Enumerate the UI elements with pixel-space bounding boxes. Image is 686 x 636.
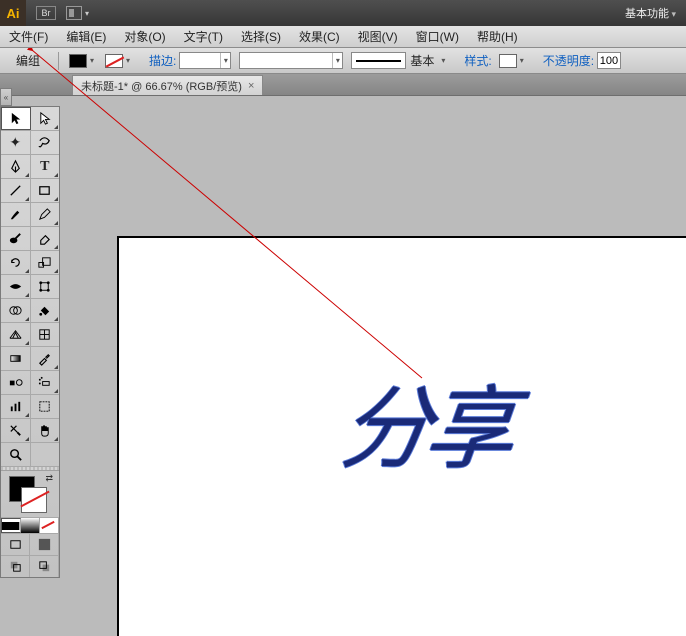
paintbrush-tool[interactable] (1, 203, 31, 226)
screen-mode-normal[interactable] (1, 534, 30, 555)
tools-panel: ✦ T (0, 106, 60, 578)
gradient-tool[interactable] (1, 347, 31, 370)
menu-effect[interactable]: 效果(C) (290, 26, 349, 47)
blob-brush-tool[interactable] (1, 227, 31, 250)
bridge-icon[interactable]: Br (36, 6, 56, 20)
style-label: 样式: (464, 52, 491, 69)
blend-tool[interactable] (1, 371, 31, 394)
perspective-grid-tool[interactable] (1, 323, 31, 346)
document-tab-title: 未标题-1* @ 66.67% (RGB/预览) (81, 78, 242, 94)
close-icon[interactable]: × (248, 80, 254, 92)
canvas-area[interactable]: 分享 (62, 96, 686, 556)
color-mode-solid[interactable] (1, 518, 21, 533)
draw-mode-normal[interactable] (1, 556, 30, 577)
width-tool[interactable] (1, 275, 31, 298)
type-tool[interactable]: T (31, 155, 60, 178)
stroke-swatch[interactable]: ▾ (105, 54, 133, 68)
document-tab[interactable]: 未标题-1* @ 66.67% (RGB/预览) × (72, 75, 263, 95)
menu-type[interactable]: 文字(T) (175, 26, 232, 47)
rectangle-tool[interactable] (31, 179, 60, 202)
selection-tool[interactable] (1, 107, 31, 130)
eyedropper-tool[interactable] (31, 347, 60, 370)
app-titlebar: Ai Br ▾ 基本功能 (0, 0, 686, 26)
line-tool[interactable] (1, 179, 31, 202)
draw-mode-behind[interactable] (30, 556, 59, 577)
tool-empty (31, 443, 60, 466)
arrange-documents-dropdown[interactable]: ▾ (85, 9, 89, 18)
document-tab-strip: 未标题-1* @ 66.67% (RGB/预览) × (0, 74, 686, 96)
stroke-label: 描边: (149, 52, 176, 69)
screen-mode-full[interactable] (30, 534, 59, 555)
magic-wand-tool[interactable]: ✦ (1, 131, 31, 154)
graphic-style-swatch[interactable]: ▾ (499, 54, 527, 68)
menu-window[interactable]: 窗口(W) (407, 26, 468, 47)
live-paint-tool[interactable] (31, 299, 60, 322)
mesh-tool[interactable] (31, 323, 60, 346)
selection-type-label: 编组 (4, 52, 52, 69)
fill-stroke-control[interactable]: ⇄ (1, 471, 59, 517)
symbol-sprayer-tool[interactable] (31, 371, 60, 394)
control-bar: 编组 ▾ ▾ 描边: ▾ ▾ 基本▾ 样式: ▾ 不透明度: (0, 48, 686, 74)
stroke-color-box[interactable] (21, 487, 47, 513)
lasso-tool[interactable] (31, 131, 60, 154)
stroke-weight-input[interactable]: ▾ (179, 52, 231, 69)
menu-select[interactable]: 选择(S) (232, 26, 290, 47)
panel-collapse-icon[interactable]: « (0, 88, 12, 106)
slice-tool[interactable] (1, 419, 31, 442)
color-mode-row (1, 517, 59, 533)
pen-tool[interactable] (1, 155, 31, 178)
opacity-input[interactable] (597, 52, 621, 69)
menu-object[interactable]: 对象(O) (115, 26, 174, 47)
workspace-switcher[interactable]: 基本功能 (615, 5, 686, 21)
hand-tool[interactable] (31, 419, 60, 442)
color-mode-gradient[interactable] (21, 518, 40, 533)
shape-builder-tool[interactable] (1, 299, 31, 322)
artboard-tool[interactable] (31, 395, 60, 418)
fill-swatch[interactable]: ▾ (69, 54, 97, 68)
color-mode-none[interactable] (40, 518, 59, 533)
pencil-tool[interactable] (31, 203, 60, 226)
direct-selection-tool[interactable] (31, 107, 59, 130)
menu-view[interactable]: 视图(V) (349, 26, 407, 47)
rotate-tool[interactable] (1, 251, 31, 274)
menu-edit[interactable]: 编辑(E) (57, 26, 115, 47)
variable-width-profile[interactable]: ▾ (239, 52, 343, 69)
swap-fill-stroke-icon[interactable]: ⇄ (45, 473, 53, 484)
opacity-label: 不透明度: (543, 52, 594, 69)
scale-tool[interactable] (31, 251, 60, 274)
free-transform-tool[interactable] (31, 275, 60, 298)
artwork-text[interactable]: 分享 (335, 356, 517, 486)
eraser-tool[interactable] (31, 227, 60, 250)
arrange-documents-icon[interactable] (66, 6, 82, 20)
menu-bar: 文件(F) 编辑(E) 对象(O) 文字(T) 选择(S) 效果(C) 视图(V… (0, 26, 686, 48)
brush-definition[interactable]: 基本▾ (351, 52, 448, 69)
zoom-tool[interactable] (1, 443, 31, 466)
column-graph-tool[interactable] (1, 395, 31, 418)
app-logo-icon: Ai (0, 0, 26, 26)
menu-help[interactable]: 帮助(H) (468, 26, 527, 47)
menu-file[interactable]: 文件(F) (0, 26, 57, 47)
